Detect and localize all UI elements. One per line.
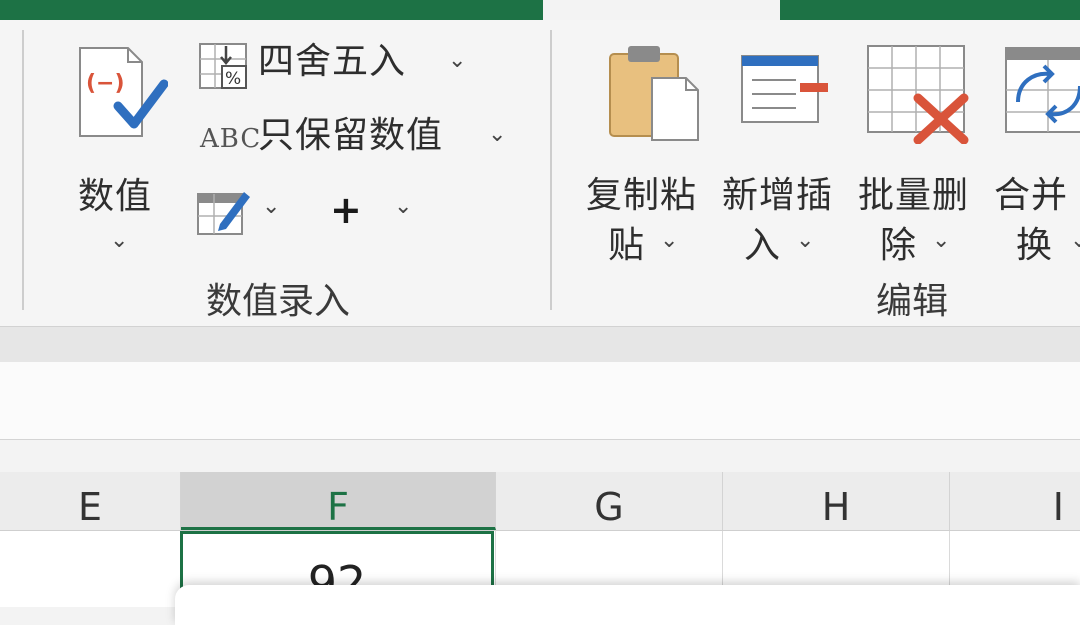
svg-text:%: %	[225, 69, 241, 89]
ribbon-separator	[22, 30, 24, 310]
plus-icon: +	[330, 188, 362, 232]
formula-bar[interactable]	[0, 362, 1080, 440]
insert-chevron[interactable]: ⌄	[796, 228, 814, 253]
keep-values-button-chevron[interactable]: ⌄	[488, 122, 506, 147]
numeric-group-label: 数值录入	[206, 281, 351, 322]
insert-label-2: 入	[744, 225, 782, 266]
title-bar-left	[0, 0, 543, 20]
round-icon: %	[198, 42, 250, 94]
insert-label-1: 新增插	[722, 175, 834, 216]
column-header-i-label: I	[1052, 485, 1064, 529]
column-header-row: E F G H I	[0, 472, 1080, 531]
value-button[interactable]: (−) 数值 ⌄	[62, 42, 182, 262]
batch-delete-label-1: 批量删	[858, 175, 970, 216]
delete-grid-icon	[866, 44, 974, 148]
round-button[interactable]: % 四舍五入 ⌄	[196, 40, 486, 92]
batch-delete-button[interactable]: 批量删 除 ⌄	[858, 42, 982, 272]
keep-values-button[interactable]: ABC 只保留数值 ⌄	[196, 114, 516, 166]
merge-chevron[interactable]: ⌄	[1070, 228, 1080, 253]
title-bar-right	[780, 0, 1080, 20]
column-header-f[interactable]: F	[181, 472, 496, 530]
edit-cells-button[interactable]: ⌄	[196, 186, 292, 238]
column-header-h[interactable]: H	[723, 472, 950, 530]
insert-row-icon	[740, 54, 832, 134]
merge-swap-icon	[1004, 46, 1080, 140]
svg-text:(−): (−)	[86, 71, 125, 96]
ribbon-separator	[550, 30, 552, 310]
edit-cells-chevron[interactable]: ⌄	[262, 194, 280, 219]
merge-button[interactable]: 合并 换 ⌄	[994, 42, 1080, 272]
edit-group-label: 编辑	[876, 281, 949, 322]
copy-paste-chevron[interactable]: ⌄	[660, 228, 678, 253]
abc-icon: ABC	[200, 124, 262, 154]
column-header-e[interactable]: E	[0, 472, 181, 530]
copy-paste-button[interactable]: 复制粘 贴 ⌄	[586, 42, 710, 272]
value-button-label: 数值	[78, 176, 153, 217]
copy-paste-label-2: 贴	[608, 225, 646, 266]
ribbon: (−) 数值 ⌄ % 四舍五入 ⌄ ABC 只保留数值 ⌄ ⌄ + ⌄ 数值录入…	[0, 20, 1080, 326]
column-header-i[interactable]: I	[950, 472, 1080, 530]
batch-delete-chevron[interactable]: ⌄	[932, 228, 950, 253]
round-button-chevron[interactable]: ⌄	[448, 48, 466, 73]
round-button-label: 四舍五入	[258, 41, 407, 82]
merge-label-2: 换	[1016, 225, 1054, 266]
edit-cells-icon	[196, 186, 252, 242]
merge-label-1: 合并	[994, 175, 1069, 216]
ribbon-bottom-edge	[0, 326, 1080, 364]
plus-button-chevron[interactable]: ⌄	[394, 194, 412, 219]
clipboard-icon	[608, 42, 702, 146]
value-button-chevron[interactable]: ⌄	[110, 228, 128, 253]
insert-button[interactable]: 新增插 入 ⌄	[722, 42, 846, 272]
bottom-sheet-panel	[175, 585, 1080, 625]
copy-paste-label-1: 复制粘	[586, 175, 698, 216]
keep-values-button-label: 只保留数值	[258, 115, 444, 156]
plus-button[interactable]: + ⌄	[326, 186, 422, 238]
value-icon: (−)	[76, 44, 169, 144]
batch-delete-label-2: 除	[880, 225, 918, 266]
column-header-g[interactable]: G	[496, 472, 723, 530]
